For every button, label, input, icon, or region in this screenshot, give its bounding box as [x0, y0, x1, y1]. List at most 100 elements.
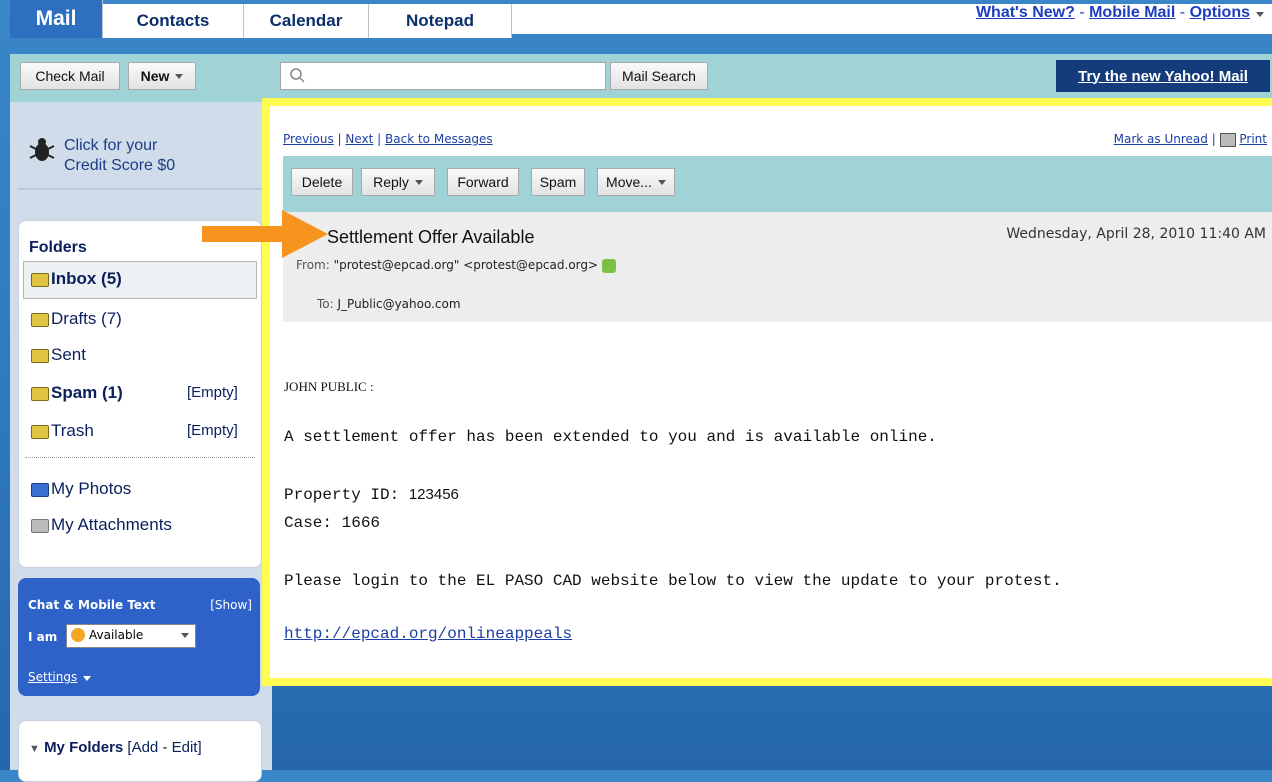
- folders-heading: Folders: [29, 239, 87, 256]
- photos-icon: [31, 483, 49, 497]
- from-line: From: "protest@epcad.org" <protest@epcad…: [296, 258, 616, 273]
- to-line: To: J_Public@yahoo.com: [317, 297, 461, 311]
- empty-trash-link[interactable]: [Empty]: [187, 422, 238, 439]
- mail-search-label: Mail Search: [622, 68, 696, 84]
- my-attachments-link[interactable]: My Attachments: [51, 515, 172, 535]
- folder-drafts[interactable]: Drafts (7): [51, 309, 122, 329]
- chevron-down-icon[interactable]: [1256, 12, 1264, 17]
- sent-icon: [31, 349, 49, 363]
- mobile-mail-link[interactable]: Mobile Mail: [1089, 4, 1175, 21]
- printer-icon[interactable]: [1219, 132, 1236, 147]
- greeting: JOHN PUBLIC :: [284, 379, 374, 394]
- mark-unread-link[interactable]: Mark as Unread: [1114, 132, 1208, 146]
- folder-spam[interactable]: Spam (1): [51, 383, 123, 403]
- folder-sent[interactable]: Sent: [51, 345, 86, 365]
- smiley-icon: [71, 628, 85, 642]
- message-actions-right: Mark as Unread | Print: [1113, 132, 1267, 147]
- message-nav: Previous | Next | Back to Messages: [283, 132, 493, 146]
- separator: -: [1179, 4, 1186, 21]
- reply-button[interactable]: Reply: [361, 168, 435, 196]
- bug-icon: [29, 138, 55, 161]
- credit-score-text[interactable]: Click for your Credit Score $0: [64, 136, 204, 176]
- top-nav: Mail Contacts Calendar Notepad What's Ne…: [0, 0, 1272, 40]
- delete-label: Delete: [301, 174, 343, 190]
- main-toolbar: Check Mail New Mail Search Try the new Y…: [10, 54, 1272, 102]
- forward-label: Forward: [457, 174, 509, 190]
- triangle-down-icon: ▼: [29, 743, 40, 755]
- forward-button[interactable]: Forward: [447, 168, 519, 196]
- chat-show-link[interactable]: [Show]: [210, 598, 252, 612]
- my-folders-toggle[interactable]: ▼ My Folders [Add - Edit]: [29, 739, 202, 756]
- folders-panel: Folders Inbox (5) Drafts (7) Sent Spam (…: [18, 220, 262, 568]
- tab-contacts[interactable]: Contacts: [103, 4, 244, 38]
- search-icon: [290, 68, 305, 83]
- case-line: Case: 1666: [284, 514, 381, 532]
- from-label: From:: [296, 258, 330, 272]
- spam-icon: [31, 387, 49, 401]
- body-line-1: A settlement offer has been extended to …: [284, 428, 937, 446]
- mail-search-button[interactable]: Mail Search: [610, 62, 708, 90]
- property-line: Property ID: 123456: [284, 486, 459, 504]
- back-to-messages-link[interactable]: Back to Messages: [385, 132, 493, 146]
- chevron-down-icon[interactable]: [414, 179, 423, 185]
- settings-link[interactable]: Settings: [28, 670, 92, 684]
- status-value: Available: [89, 628, 144, 642]
- property-label: Property ID:: [284, 486, 400, 504]
- spam-button[interactable]: Spam: [531, 168, 585, 196]
- annotation-arrow: [202, 226, 284, 242]
- my-folders-panel: ▼ My Folders [Add - Edit]: [18, 720, 262, 782]
- separator: -: [1079, 4, 1085, 21]
- tab-mail[interactable]: Mail: [10, 0, 103, 38]
- new-button[interactable]: New: [128, 62, 196, 90]
- check-mail-button[interactable]: Check Mail: [20, 62, 120, 90]
- message-toolbar: Delete Reply Forward Spam Move...: [283, 156, 1272, 212]
- my-photos-link[interactable]: My Photos: [51, 479, 131, 499]
- folder-inbox-label[interactable]: Inbox (5): [51, 269, 122, 289]
- message-date: Wednesday, April 28, 2010 11:40 AM: [1006, 226, 1266, 242]
- to-address: J_Public@yahoo.com: [337, 297, 461, 311]
- to-label: To:: [317, 297, 334, 311]
- body-line-2: Please login to the EL PASO CAD website …: [284, 572, 1062, 590]
- new-label: New: [140, 68, 170, 84]
- add-edit-link[interactable]: [Add - Edit]: [127, 739, 201, 756]
- folder-icon: [31, 273, 49, 287]
- credit-score-ad[interactable]: Click for your Credit Score $0: [10, 110, 264, 190]
- previous-link[interactable]: Previous: [283, 132, 334, 146]
- folder-trash[interactable]: Trash: [51, 421, 94, 441]
- settings-label: Settings: [28, 670, 78, 684]
- chevron-down-icon: [83, 676, 92, 681]
- chat-panel: Chat & Mobile Text [Show] I am Available…: [18, 578, 260, 696]
- move-label: Move...: [606, 174, 652, 190]
- move-button[interactable]: Move...: [597, 168, 675, 196]
- divider: [18, 188, 262, 190]
- print-link[interactable]: Print: [1239, 132, 1267, 146]
- chevron-down-icon[interactable]: [657, 179, 666, 185]
- phishing-link-line: http://epcad.org/onlineappeals: [284, 625, 572, 643]
- status-select[interactable]: Available: [66, 624, 196, 648]
- my-folders-label: My Folders: [44, 739, 124, 756]
- check-mail-label: Check Mail: [35, 68, 105, 84]
- delete-button[interactable]: Delete: [291, 168, 353, 196]
- phishing-link[interactable]: http://epcad.org/onlineappeals: [284, 625, 572, 643]
- chevron-down-icon[interactable]: [175, 73, 184, 79]
- add-contact-icon[interactable]: [601, 258, 616, 273]
- top-links: What's New? - Mobile Mail - Options: [976, 4, 1264, 22]
- chat-title: Chat & Mobile Text: [28, 598, 156, 612]
- paperclip-icon: [31, 519, 49, 533]
- message-subject: Settlement Offer Available: [327, 227, 535, 247]
- spam-label: Spam: [539, 174, 577, 190]
- trash-icon: [31, 425, 49, 439]
- options-link[interactable]: Options: [1190, 4, 1250, 21]
- drafts-icon: [31, 313, 49, 327]
- next-link[interactable]: Next: [345, 132, 373, 146]
- from-address[interactable]: "protest@epcad.org" <protest@epcad.org>: [334, 258, 598, 272]
- whats-new-link[interactable]: What's New?: [976, 4, 1075, 21]
- tab-calendar[interactable]: Calendar: [244, 4, 369, 38]
- tab-notepad[interactable]: Notepad: [369, 4, 512, 38]
- annotation-arrow-head: [282, 210, 328, 258]
- search-input[interactable]: [280, 62, 606, 90]
- empty-spam-link[interactable]: [Empty]: [187, 384, 238, 401]
- divider: [25, 457, 255, 458]
- try-new-yahoo-mail-link[interactable]: Try the new Yahoo! Mail: [1056, 60, 1270, 92]
- property-id: 123456: [408, 486, 459, 503]
